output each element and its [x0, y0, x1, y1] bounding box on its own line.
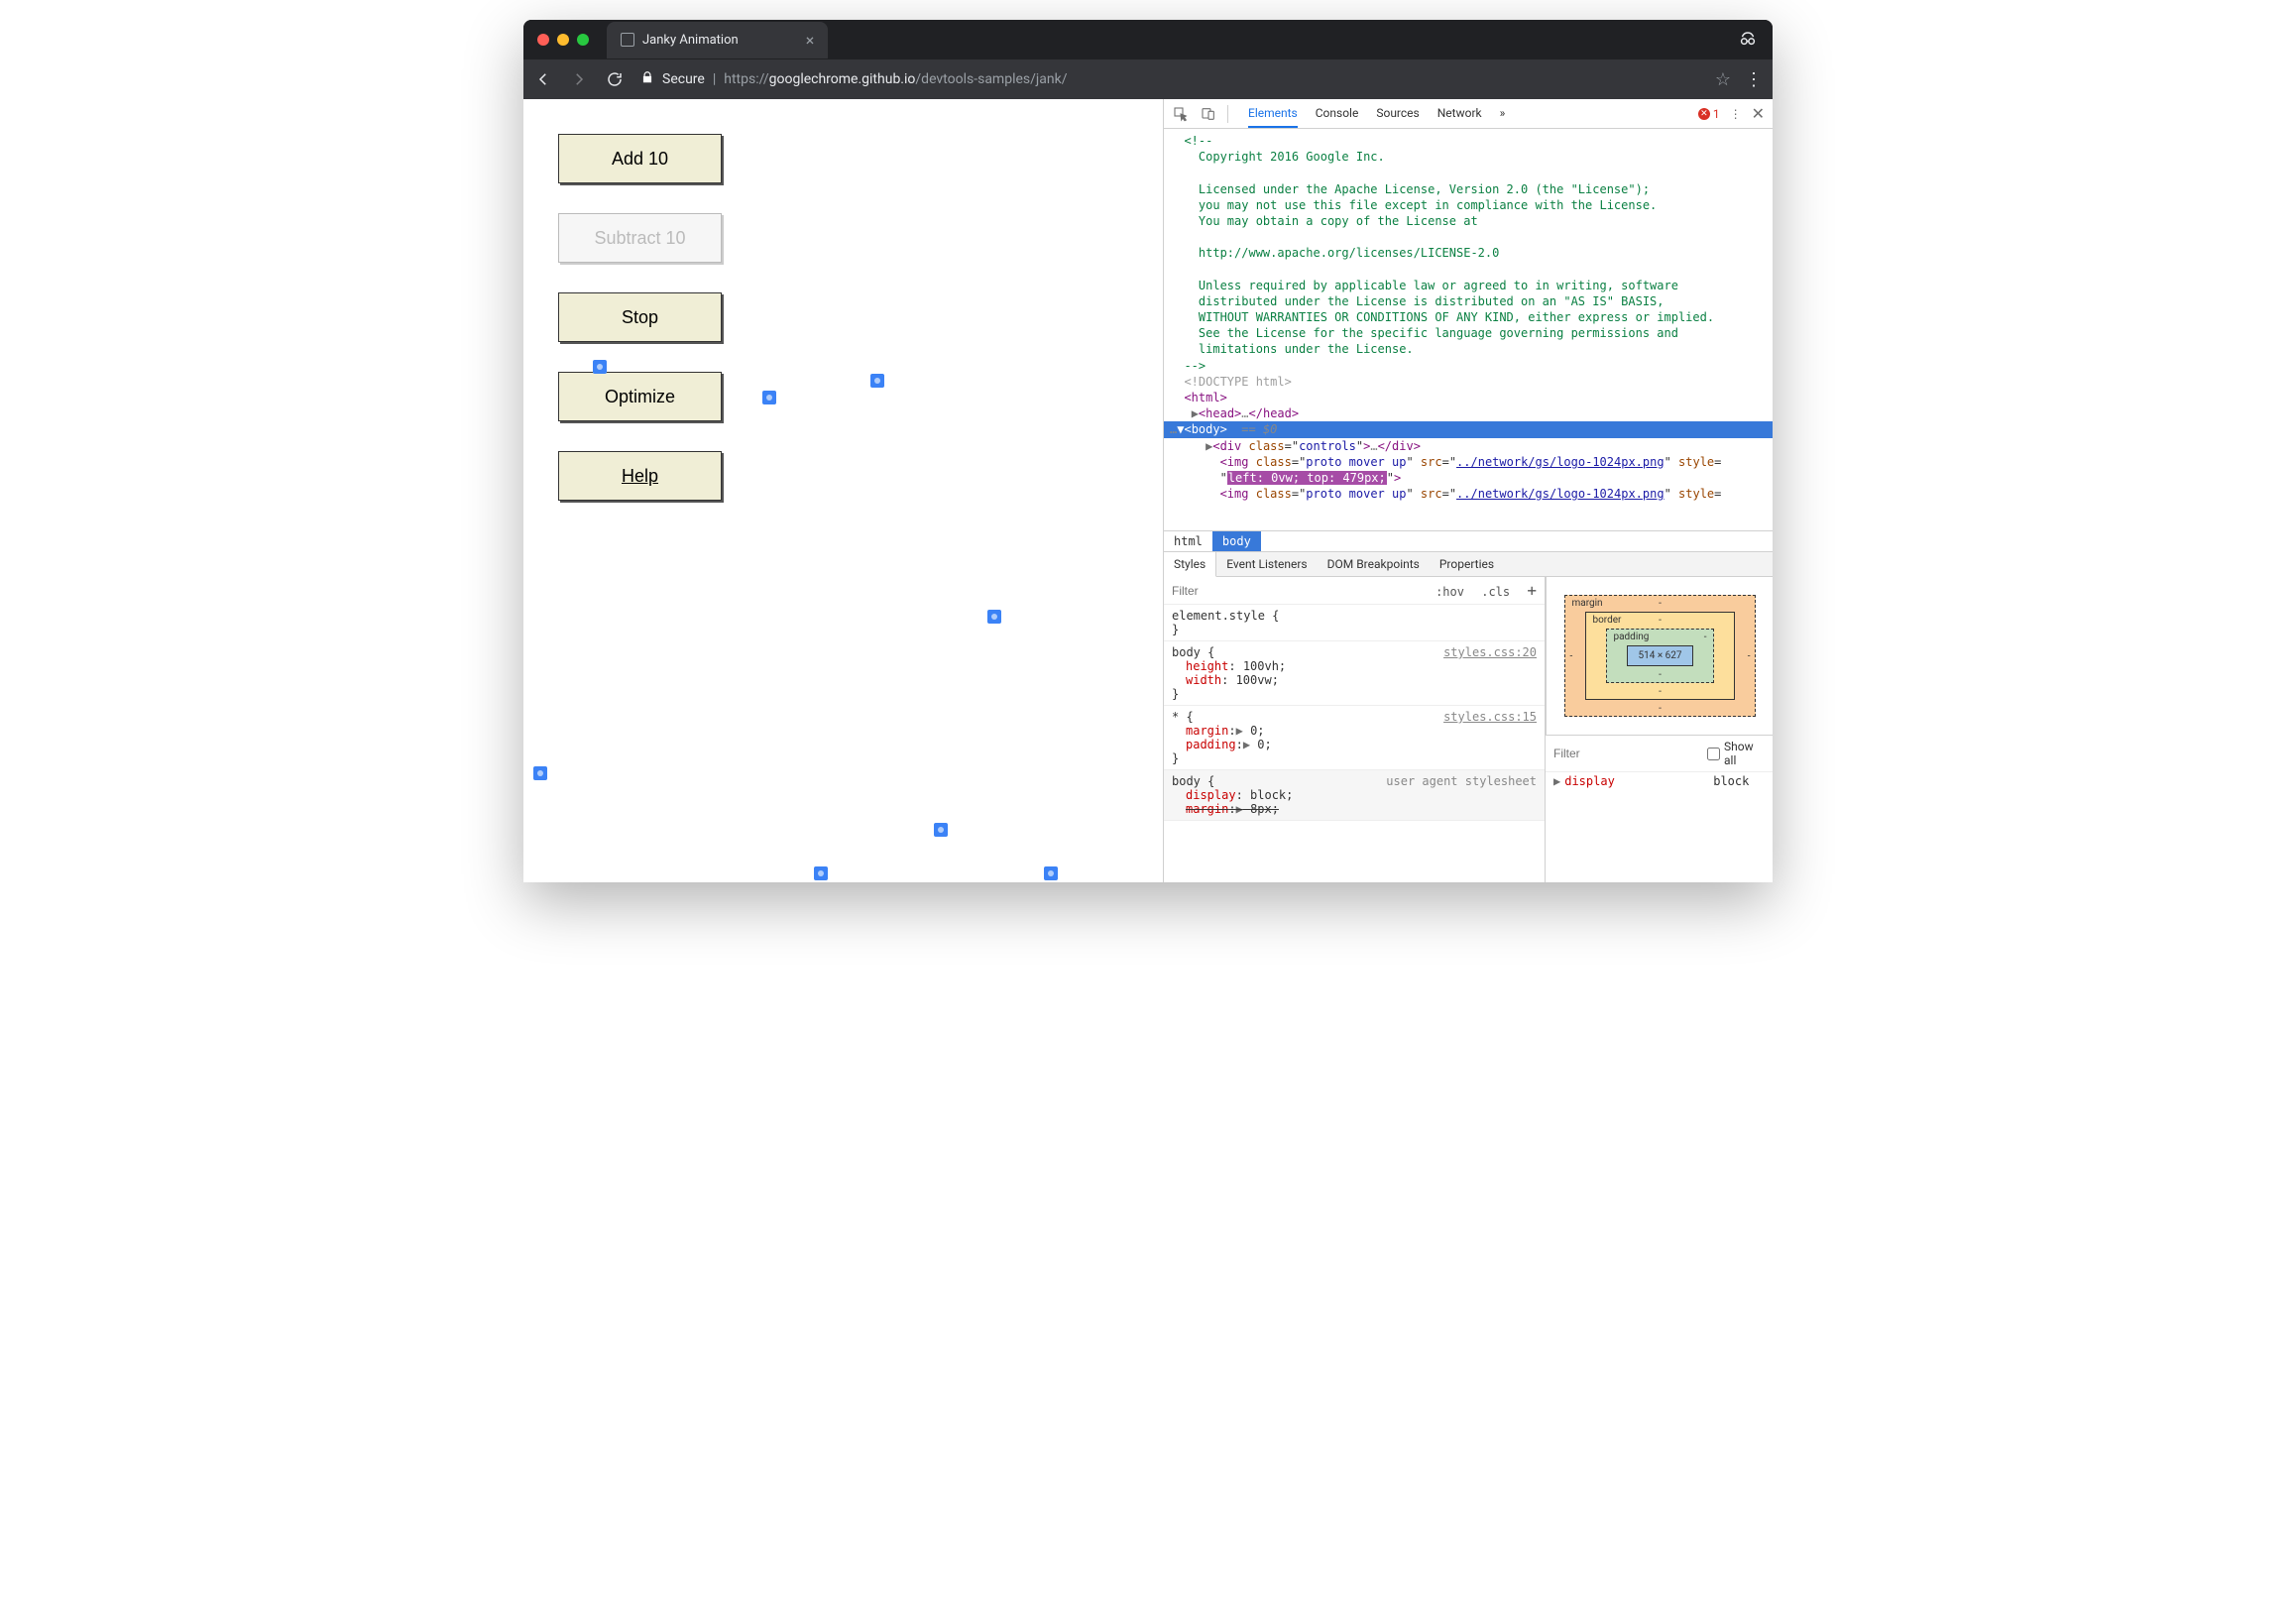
hov-toggle[interactable]: :hov — [1435, 585, 1464, 599]
secure-label: Secure — [662, 71, 705, 87]
lock-icon — [640, 70, 654, 88]
computed-filter-input[interactable] — [1553, 747, 1707, 760]
tab-network[interactable]: Network — [1437, 100, 1482, 128]
device-toolbar-button[interactable] — [1200, 105, 1217, 123]
box-model-diagram: margin - - - - border - - — [1546, 577, 1773, 735]
browser-window: Janky Animation × Secure | https://googl… — [523, 20, 1773, 882]
minimize-window-button[interactable] — [557, 34, 569, 46]
tab-styles[interactable]: Styles — [1164, 552, 1216, 577]
mover-icon — [814, 866, 828, 880]
devtools-header: Elements Console Sources Network » ✕1 ⋮ … — [1164, 99, 1773, 129]
computed-panel: Show all ▶ display block — [1546, 735, 1773, 790]
tab-elements[interactable]: Elements — [1248, 100, 1298, 128]
forward-button[interactable] — [569, 69, 589, 89]
breadcrumb-body[interactable]: body — [1212, 531, 1261, 551]
add-rule-button[interactable]: + — [1527, 581, 1537, 600]
page-viewport: Add 10 Subtract 10 Stop Optimize Help — [523, 99, 1163, 882]
reload-button[interactable] — [605, 69, 625, 89]
traffic-lights — [523, 34, 603, 46]
inspect-element-button[interactable] — [1172, 105, 1190, 123]
breadcrumb-html[interactable]: html — [1164, 531, 1212, 551]
titlebar: Janky Animation × — [523, 20, 1773, 59]
tab-properties[interactable]: Properties — [1430, 552, 1504, 576]
styles-tabs: Styles Event Listeners DOM Breakpoints P… — [1164, 551, 1773, 577]
mover-icon — [762, 391, 776, 404]
mover-icon — [934, 823, 948, 837]
tab-close-button[interactable]: × — [806, 31, 815, 50]
mover-icon — [593, 360, 607, 374]
error-count-badge[interactable]: ✕1 — [1698, 107, 1720, 121]
browser-tab[interactable]: Janky Animation × — [607, 22, 828, 58]
add-button[interactable]: Add 10 — [558, 134, 722, 183]
maximize-window-button[interactable] — [577, 34, 589, 46]
help-button[interactable]: Help — [558, 451, 722, 501]
elements-tree[interactable]: <!-- Copyright 2016 Google Inc. Licensed… — [1164, 129, 1773, 530]
mover-icon — [1044, 866, 1058, 880]
address-bar[interactable]: Secure | https://googlechrome.github.io/… — [640, 70, 1699, 88]
cls-toggle[interactable]: .cls — [1481, 585, 1510, 599]
close-window-button[interactable] — [537, 34, 549, 46]
mover-icon — [987, 610, 1001, 624]
navigation-toolbar: Secure | https://googlechrome.github.io/… — [523, 59, 1773, 99]
mover-icon — [870, 374, 884, 388]
devtools-tabs: Elements Console Sources Network » — [1248, 100, 1505, 128]
optimize-button[interactable]: Optimize — [558, 372, 722, 421]
subtract-button[interactable]: Subtract 10 — [558, 213, 722, 263]
incognito-icon — [1737, 27, 1759, 53]
rule-origin-link[interactable]: styles.css:20 — [1443, 645, 1537, 659]
rule-origin-ua: user agent stylesheet — [1386, 774, 1537, 788]
devtools-panel: Elements Console Sources Network » ✕1 ⋮ … — [1163, 99, 1773, 882]
tab-dom-breakpoints[interactable]: DOM Breakpoints — [1318, 552, 1430, 576]
content-area: Add 10 Subtract 10 Stop Optimize Help El… — [523, 99, 1773, 882]
devtools-menu-button[interactable]: ⋮ — [1730, 107, 1742, 121]
bookmark-button[interactable]: ☆ — [1715, 69, 1731, 90]
devtools-close-button[interactable]: ✕ — [1752, 104, 1765, 123]
tab-event-listeners[interactable]: Event Listeners — [1216, 552, 1317, 576]
tab-sources[interactable]: Sources — [1376, 100, 1419, 128]
show-all-checkbox[interactable] — [1707, 748, 1720, 760]
rule-origin-link[interactable]: styles.css:15 — [1443, 710, 1537, 724]
tab-title: Janky Animation — [642, 33, 739, 48]
tab-more[interactable]: » — [1500, 100, 1506, 128]
tab-console[interactable]: Console — [1316, 100, 1359, 128]
controls-panel: Add 10 Subtract 10 Stop Optimize Help — [558, 134, 722, 501]
mover-icon — [533, 766, 547, 780]
stop-button[interactable]: Stop — [558, 292, 722, 342]
styles-filter-input[interactable] — [1172, 584, 1426, 598]
back-button[interactable] — [533, 69, 553, 89]
dom-breadcrumb: html body — [1164, 530, 1773, 551]
browser-menu-button[interactable]: ⋮ — [1745, 69, 1763, 90]
document-icon — [621, 33, 634, 47]
styles-pane[interactable]: :hov .cls + element.style { } styles.css… — [1164, 577, 1545, 882]
